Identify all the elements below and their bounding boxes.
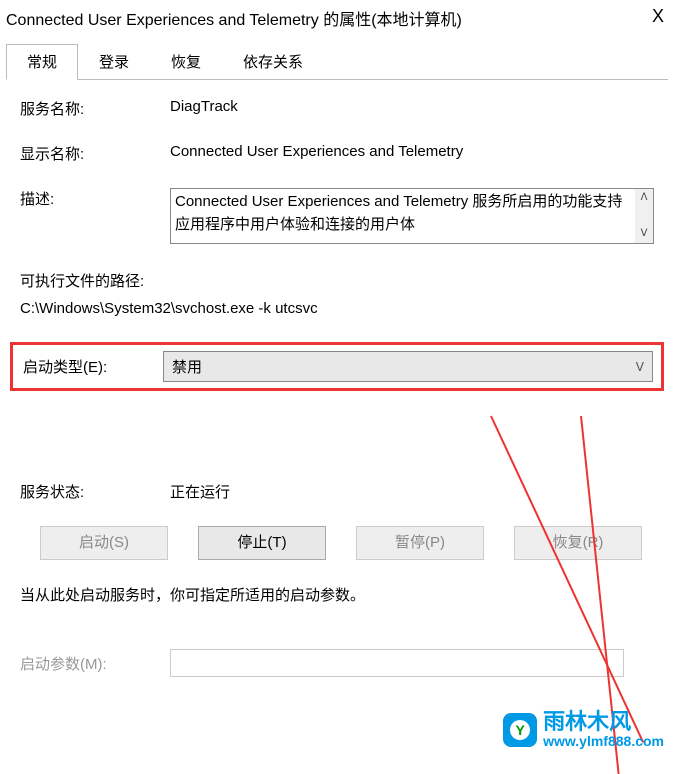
- watermark-url: www.ylmf888.com: [543, 733, 664, 749]
- display-name-value: Connected User Experiences and Telemetry: [170, 143, 654, 164]
- scroll-up-icon[interactable]: ᐱ: [635, 189, 653, 207]
- description-text: Connected User Experiences and Telemetry…: [171, 189, 635, 243]
- display-name-label: 显示名称:: [20, 143, 170, 164]
- service-status-label: 服务状态:: [20, 481, 170, 502]
- stop-button[interactable]: 停止(T): [198, 526, 326, 560]
- start-params-input: [170, 649, 624, 677]
- start-button: 启动(S): [40, 526, 168, 560]
- watermark-logo-icon: Y: [503, 713, 537, 747]
- startup-type-value: 禁用: [172, 356, 202, 377]
- startup-type-highlight: 启动类型(E): 禁用 ᐯ: [10, 342, 664, 391]
- description-label: 描述:: [20, 188, 170, 244]
- startup-type-select[interactable]: 禁用 ᐯ: [163, 351, 653, 382]
- scroll-down-icon[interactable]: ᐯ: [635, 225, 653, 243]
- startup-type-label: 启动类型(E):: [13, 356, 163, 377]
- service-name-value: DiagTrack: [170, 98, 654, 119]
- exe-path-label: 可执行文件的路径:: [20, 268, 654, 295]
- tab-strip: 常规 登录 恢复 依存关系: [6, 44, 668, 80]
- start-params-hint: 当从此处启动服务时，你可指定所适用的启动参数。: [20, 584, 654, 605]
- watermark-brand: 雨林木风: [543, 711, 664, 733]
- close-icon[interactable]: X: [652, 6, 664, 30]
- tab-logon[interactable]: 登录: [78, 44, 150, 79]
- chevron-down-icon: ᐯ: [636, 360, 644, 374]
- tab-general[interactable]: 常规: [6, 44, 78, 80]
- service-name-label: 服务名称:: [20, 98, 170, 119]
- exe-path-value: C:\Windows\System32\svchost.exe -k utcsv…: [20, 295, 654, 322]
- description-box: Connected User Experiences and Telemetry…: [170, 188, 654, 244]
- pause-button: 暂停(P): [356, 526, 484, 560]
- description-scrollbar[interactable]: ᐱ ᐯ: [635, 189, 653, 243]
- start-params-label: 启动参数(M):: [20, 653, 170, 674]
- resume-button: 恢复(R): [514, 526, 642, 560]
- service-status-value: 正在运行: [170, 481, 654, 502]
- tab-recovery[interactable]: 恢复: [150, 44, 222, 79]
- watermark: Y 雨林木风 www.ylmf888.com: [503, 711, 664, 749]
- window-title: Connected User Experiences and Telemetry…: [6, 6, 462, 30]
- tab-dependencies[interactable]: 依存关系: [222, 44, 324, 79]
